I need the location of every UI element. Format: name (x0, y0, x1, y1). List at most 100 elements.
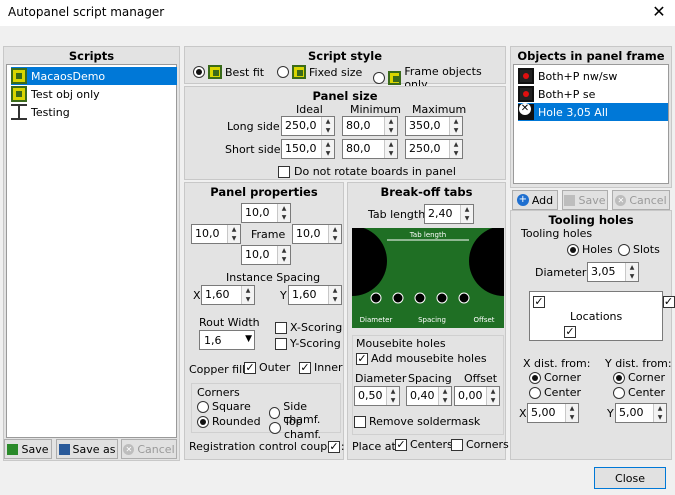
x-scoring-checkbox[interactable]: X-Scoring (275, 321, 342, 334)
breakoff-tabs-panel: Break-off tabs Tab length 2,40 ▲ ▼ Tab len… (347, 182, 509, 460)
x-corner-radio[interactable]: Corner (529, 371, 581, 384)
mousebite-hole (436, 292, 448, 304)
location-topright-checkbox[interactable]: ✓ (662, 296, 675, 308)
window-title: Autopanel script manager (8, 5, 165, 19)
object-item[interactable]: Both+P se (518, 85, 599, 103)
best-fit-radio[interactable]: Best fit (193, 65, 264, 79)
spacing-text: Spacing (418, 316, 446, 324)
script-item-label: Testing (31, 105, 70, 119)
board-icon (387, 71, 402, 85)
frame-right-spinner[interactable]: 10,0 ▲ ▼ (292, 224, 342, 244)
scripts-header: Scripts (68, 49, 115, 63)
scripts-cancel-button[interactable]: ✕ Cancel (121, 439, 177, 459)
tab-length-spinner[interactable]: 2,40 ▲ ▼ (424, 204, 474, 224)
rout-width-select[interactable]: 1,6 ▼ (199, 330, 255, 350)
short-ideal-spinner[interactable]: 150,0 ▲ ▼ (281, 139, 335, 159)
panel-size-panel: Panel size Ideal Minimum Maximum Long si… (184, 86, 506, 180)
y-dist-label: Y dist. from: (605, 357, 672, 370)
offset-label: Offset (464, 372, 498, 385)
script-style-panel: Script style Best fit Fixed size Frame o… (184, 46, 506, 91)
object-item[interactable]: Both+P nw/sw (518, 67, 621, 85)
frame-bottom-spinner[interactable]: 10,0 ▲ ▼ (241, 245, 291, 265)
locations-box: ✓ ✓ Locations ✓ ✓ (529, 291, 675, 341)
object-item[interactable]: Hole 3,05 All (518, 103, 668, 121)
x-center-radio[interactable]: Center (529, 386, 581, 399)
tooling-holes-panel: Tooling holes Tooling holes Holes Slots … (510, 210, 675, 460)
spacing-y-spinner[interactable]: 1,60 ▲ ▼ (288, 285, 342, 305)
y-scoring-checkbox[interactable]: Y-Scoring (275, 337, 341, 350)
scripts-save-as-button[interactable]: Save as (56, 439, 118, 459)
objects-list[interactable]: Both+P nw/sw Both+P se Hole 3,05 All (513, 64, 669, 184)
tab-length-text: Tab length (409, 231, 446, 239)
cancel-icon: ✕ (615, 194, 627, 206)
fixed-size-radio[interactable]: Fixed size (277, 65, 362, 79)
cancel-icon: ✕ (123, 443, 135, 455)
mousebite-spacing-spinner[interactable]: 0,40 ▲ ▼ (406, 386, 452, 406)
y-center-radio[interactable]: Center (613, 386, 665, 399)
spacing-y-label: Y (280, 289, 287, 302)
hole-icon (518, 103, 534, 120)
scripts-panel: Scripts MacaosDemo Test obj only Testing (3, 46, 180, 461)
remove-soldermask-checkbox[interactable]: Remove soldermask (354, 415, 480, 428)
location-bottomleft-checkbox[interactable]: ✓ (564, 326, 576, 338)
centers-checkbox[interactable]: ✓ Centers (395, 438, 453, 451)
short-side-label: Short side (225, 143, 281, 156)
tooling-x-spinner[interactable]: 5,00 ▲ ▼ (527, 403, 579, 423)
copper-fill-label: Copper fill: (189, 363, 249, 376)
spacing-x-spinner[interactable]: 1,60 ▲ ▼ (201, 285, 255, 305)
short-max-spinner[interactable]: 250,0 ▲ ▼ (405, 139, 463, 159)
locations-label: Locations (570, 310, 623, 323)
short-min-spinner[interactable]: 80,0 ▲ ▼ (342, 139, 398, 159)
frame-top-spinner[interactable]: 10,0 ▲ ▼ (241, 203, 291, 223)
script-item-test-obj-only[interactable]: Test obj only (11, 85, 104, 103)
objects-save-button[interactable]: Save (562, 190, 608, 210)
tooling-sub-label: Tooling holes (521, 227, 593, 240)
reg-coupon-checkbox[interactable]: ✓ (328, 441, 340, 453)
tooling-header: Tooling holes (548, 213, 634, 227)
col-min-label: Minimum (350, 103, 401, 116)
script-item-testing[interactable]: Testing (11, 103, 74, 121)
corners-checkbox[interactable]: Corners (451, 438, 509, 451)
objects-add-button[interactable]: + Add (512, 190, 558, 210)
frame-left-spinner[interactable]: 10,0 ▲ ▼ (191, 224, 241, 244)
outer-checkbox[interactable]: ✓ Outer (244, 361, 290, 374)
close-button[interactable]: Close (594, 467, 666, 489)
spacing-label: Spacing (408, 372, 452, 385)
slots-radio[interactable]: Slots (618, 243, 660, 256)
mousebite-hole (392, 292, 404, 304)
long-ideal-spinner[interactable]: 250,0 ▲ ▼ (281, 116, 335, 136)
tooling-diameter-spinner[interactable]: 3,05 ▲ ▼ (587, 262, 639, 282)
panel-size-header: Panel size (312, 89, 378, 103)
top-chamf-radio[interactable]: Top chamf. (269, 415, 343, 441)
rounded-radio[interactable]: Rounded (197, 415, 261, 428)
diameter-text: Diameter (360, 316, 393, 324)
mousebite-offset-spinner[interactable]: 0,00 ▲ ▼ (454, 386, 500, 406)
square-radio[interactable]: Square (197, 400, 251, 413)
board-icon (11, 68, 27, 84)
long-max-spinner[interactable]: 350,0 ▲ ▼ (405, 116, 463, 136)
objects-cancel-button[interactable]: ✕ Cancel (612, 190, 670, 210)
location-topleft-checkbox[interactable]: ✓ (533, 296, 545, 308)
script-item-label: Test obj only (31, 87, 100, 101)
panel-properties-panel: Panel properties 10,0 ▲ ▼ 10,0 ▲ ▼ Frame 10,… (184, 182, 345, 460)
tooling-y-spinner[interactable]: 5,00 ▲ ▼ (615, 403, 667, 423)
tooling-x-label: X (519, 407, 527, 420)
holes-radio[interactable]: Holes (567, 243, 613, 256)
script-item-macaosdemo[interactable]: MacaosDemo (11, 67, 177, 85)
scripts-save-button[interactable]: Save (4, 439, 52, 459)
spacing-x-label: X (193, 289, 201, 302)
no-rotate-checkbox[interactable]: Do not rotate boards in panel (278, 165, 456, 178)
script-item-label: MacaosDemo (31, 69, 106, 83)
add-mousebite-checkbox[interactable]: ✓ Add mousebite holes (356, 352, 487, 365)
col-ideal-label: Ideal (296, 103, 323, 116)
long-min-spinner[interactable]: 80,0 ▲ ▼ (342, 116, 398, 136)
breakoff-header: Break-off tabs (380, 185, 473, 199)
close-icon[interactable]: ✕ (648, 2, 670, 21)
y-corner-radio[interactable]: Corner (613, 371, 665, 384)
inner-checkbox[interactable]: ✓ Inner (299, 361, 342, 374)
scripts-list[interactable]: MacaosDemo Test obj only Testing (6, 64, 177, 438)
x-dist-label: X dist. from: (523, 357, 591, 370)
mousebite-diameter-spinner[interactable]: 0,50 ▲ ▼ (354, 386, 400, 406)
plus-icon: + (516, 194, 529, 206)
reg-coupon-label: Registration control coupon: (189, 440, 345, 453)
